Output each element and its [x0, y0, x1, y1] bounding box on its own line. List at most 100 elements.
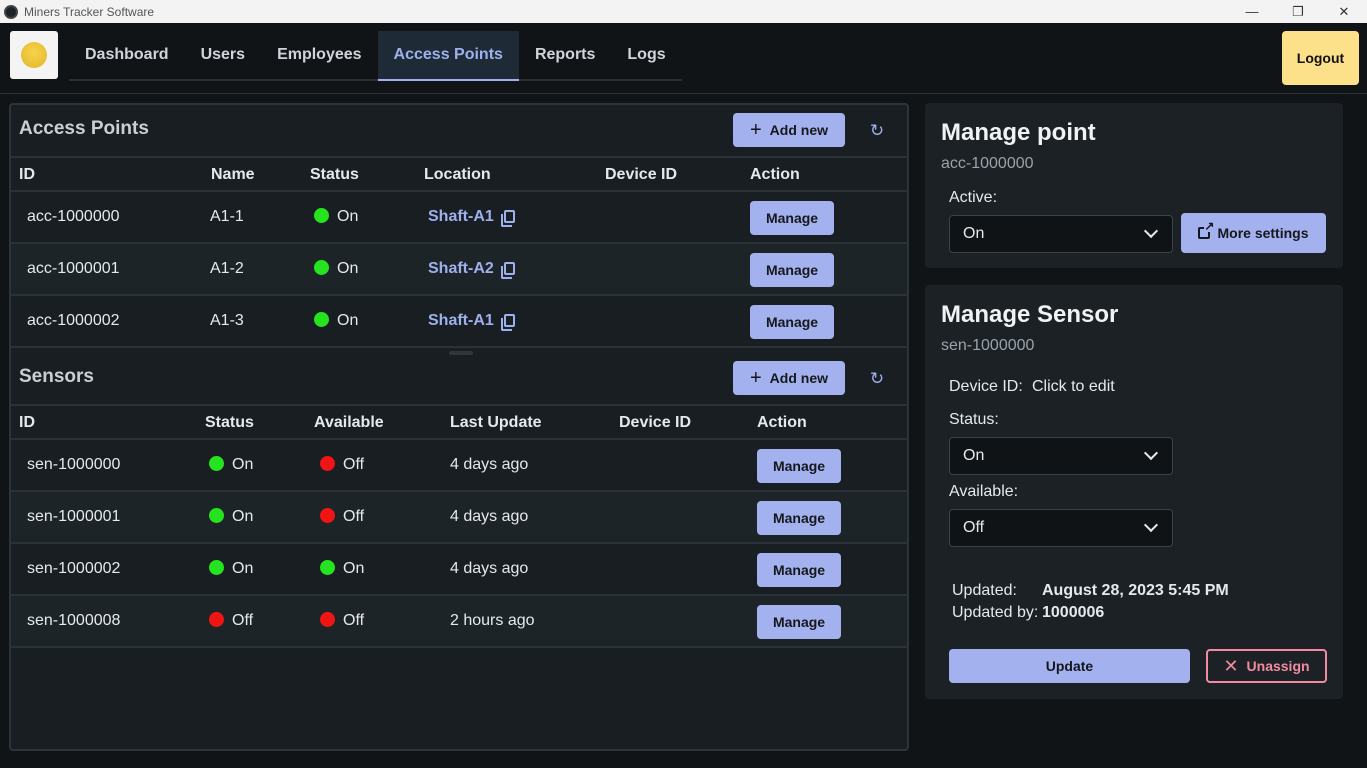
restore-icon[interactable]: ❐ [1275, 0, 1321, 23]
available-value: Off [963, 519, 985, 536]
available-select[interactable]: Off [949, 509, 1173, 547]
manage-button[interactable]: Manage [750, 253, 834, 287]
tab-users[interactable]: Users [185, 31, 261, 79]
tab-dashboard[interactable]: Dashboard [69, 31, 185, 79]
lists-panel: Access Points + Add new ↻ ID Name Status… [9, 103, 909, 751]
available-text: Off [343, 456, 365, 473]
available-label: Available: [949, 483, 1019, 500]
refresh-icon[interactable]: ↻ [867, 121, 887, 141]
chevron-down-icon [1143, 445, 1159, 461]
access-point-id: acc-1000000 [27, 208, 120, 225]
access-point-name: A1-3 [210, 312, 244, 329]
app-icon [4, 4, 18, 19]
col-last-update: Last Update [450, 414, 542, 431]
add-access-point-button[interactable]: + Add new [733, 113, 845, 147]
sensor-id: sen-1000002 [27, 560, 121, 577]
access-points-header: ID Name Status Location Device ID Action [11, 156, 907, 192]
close-window-icon[interactable]: ✕ [1321, 0, 1367, 23]
more-settings-button[interactable]: More settings [1181, 213, 1326, 253]
status-cell: Off [209, 612, 253, 630]
available-text: Off [343, 612, 365, 629]
status-on-dot [209, 456, 224, 471]
last-update: 4 days ago [450, 508, 529, 525]
add-sensor-label: Add new [769, 370, 829, 386]
window-controls: — ❐ ✕ [1229, 0, 1367, 23]
status-off-dot [320, 612, 335, 627]
copy-icon[interactable] [500, 314, 515, 331]
access-point-name: A1-1 [210, 208, 244, 225]
updated-by-label: Updated by: [952, 604, 1039, 621]
last-update: 4 days ago [450, 560, 529, 577]
status-text: On [232, 560, 254, 577]
manage-button[interactable]: Manage [757, 501, 841, 535]
tab-reports[interactable]: Reports [519, 31, 611, 79]
logout-button[interactable]: Logout [1282, 31, 1359, 85]
plus-icon: + [749, 119, 762, 141]
updated-value: August 28, 2023 5:45 PM [1042, 582, 1229, 599]
manage-button[interactable]: Manage [757, 553, 841, 587]
location-link[interactable]: Shaft-A1 [428, 208, 494, 225]
updated-by-value: 1000006 [1042, 604, 1105, 621]
col-action: Action [757, 414, 807, 431]
active-value: On [963, 225, 985, 242]
tab-employees[interactable]: Employees [261, 31, 377, 79]
manage-button[interactable]: Manage [757, 605, 841, 639]
panel-splitter-handle[interactable] [449, 351, 473, 355]
available-cell: On [320, 560, 364, 578]
active-select[interactable]: On [949, 215, 1173, 253]
col-available: Available [314, 414, 384, 431]
main-nav: Dashboard Users Employees Access Points … [69, 31, 682, 81]
status-cell: On [209, 560, 253, 578]
refresh-icon[interactable]: ↻ [867, 369, 887, 389]
status-text: On [232, 508, 254, 525]
status-text: On [337, 312, 359, 329]
status-select[interactable]: On [949, 437, 1173, 475]
manage-button[interactable]: Manage [757, 449, 841, 483]
manage-sensor-id: sen-1000000 [941, 337, 1035, 354]
status-off-dot [320, 508, 335, 523]
status-on-dot [314, 260, 329, 275]
status-on-dot [209, 508, 224, 523]
tab-logs[interactable]: Logs [611, 31, 681, 79]
copy-icon[interactable] [500, 262, 515, 279]
table-row: sen-1000008 Off Off 2 hours ago Manage [11, 596, 907, 648]
access-point-id: acc-1000001 [27, 260, 120, 277]
status-text: On [337, 260, 359, 277]
minimize-icon[interactable]: — [1229, 0, 1275, 23]
updated-label: Updated: [952, 582, 1017, 599]
add-sensor-button[interactable]: + Add new [733, 361, 845, 395]
status-on-dot [314, 208, 329, 223]
update-button[interactable]: Update [949, 649, 1190, 683]
close-icon: ✕ [1223, 655, 1239, 676]
manage-point-card: Manage point acc-1000000 Active: On More… [925, 103, 1343, 268]
copy-icon[interactable] [500, 210, 515, 227]
manage-button[interactable]: Manage [750, 305, 834, 339]
col-action: Action [750, 166, 800, 183]
available-cell: Off [320, 612, 364, 630]
app-logo [10, 31, 58, 79]
location-link[interactable]: Shaft-A1 [428, 312, 494, 329]
status-off-dot [320, 456, 335, 471]
table-row: acc-1000001 A1-2 On Shaft-A2 Manage [11, 244, 907, 296]
status-cell: On [314, 208, 358, 226]
table-row: acc-1000000 A1-1 On Shaft-A1 Manage [11, 192, 907, 244]
device-id-edit[interactable]: Click to edit [1032, 378, 1115, 396]
status-text: Off [232, 612, 254, 629]
window-titlebar: Miners Tracker Software — ❐ ✕ [0, 0, 1367, 23]
window-title: Miners Tracker Software [24, 4, 155, 19]
available-text: Off [343, 508, 365, 525]
location-cell: Shaft-A1 [428, 312, 515, 331]
unassign-button[interactable]: ✕ Unassign [1206, 649, 1327, 683]
location-cell: Shaft-A1 [428, 208, 515, 227]
available-cell: Off [320, 456, 364, 474]
col-status: Status [205, 414, 254, 431]
location-cell: Shaft-A2 [428, 260, 515, 279]
manage-button[interactable]: Manage [750, 201, 834, 235]
location-link[interactable]: Shaft-A2 [428, 260, 494, 277]
chevron-down-icon [1143, 223, 1159, 239]
plus-icon: + [749, 367, 762, 389]
tab-access-points[interactable]: Access Points [377, 31, 519, 81]
table-row: sen-1000000 On Off 4 days ago Manage [11, 440, 907, 492]
top-divider [0, 93, 1367, 94]
status-on-dot [320, 560, 335, 575]
